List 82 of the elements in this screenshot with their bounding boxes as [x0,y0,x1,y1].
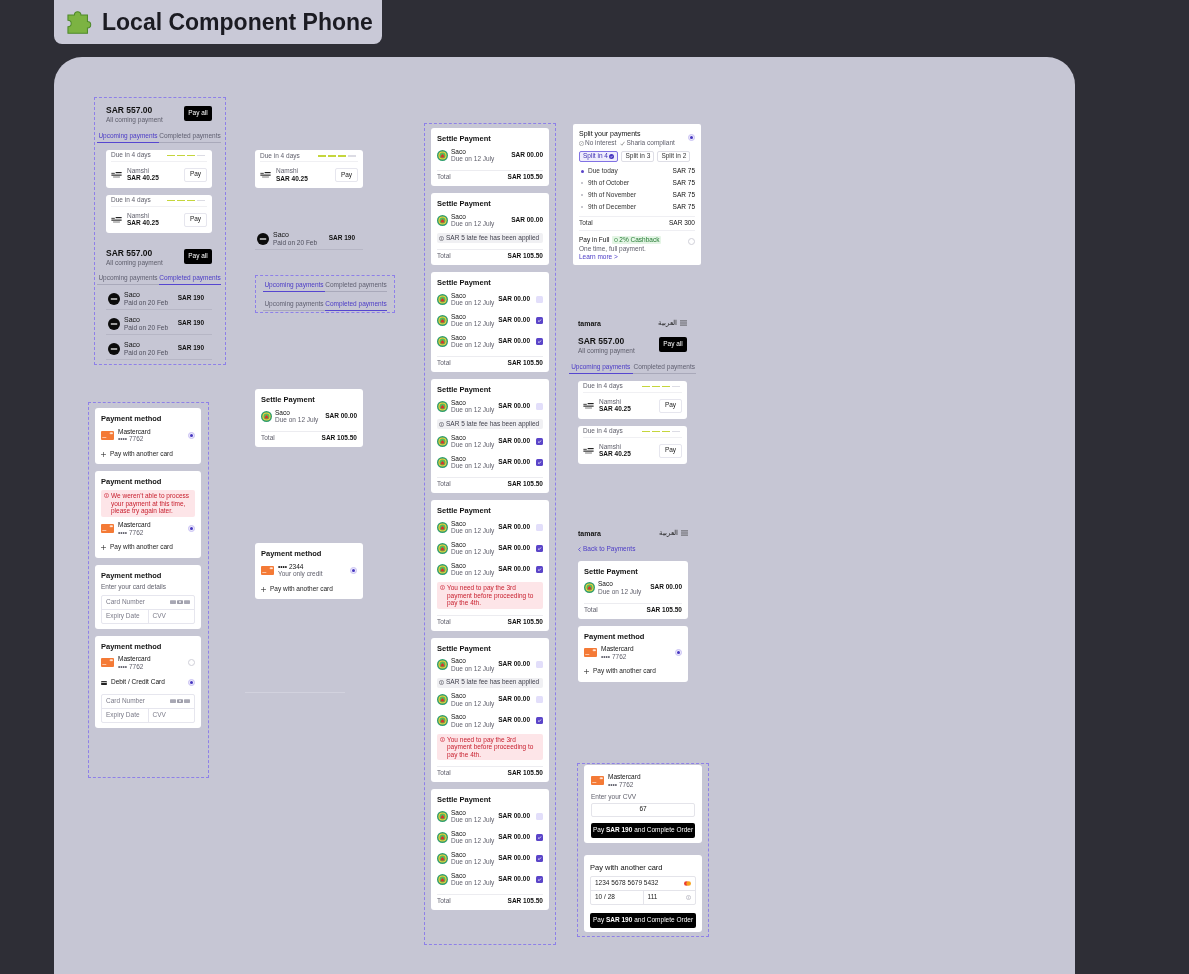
checkbox[interactable] [536,696,543,703]
puzzle-icon [66,10,92,34]
checkbox[interactable] [536,337,543,345]
card-icon [101,524,114,533]
merchant-logo-icon [437,214,448,226]
radio-button[interactable] [188,525,195,532]
card-icon [101,658,114,667]
radio-button[interactable] [188,679,195,686]
merchant-logo-icon [583,447,594,454]
merchant-logo-icon [437,852,448,864]
merchant-logo-icon [437,521,448,533]
coin-icon [614,238,619,242]
merchant-logo-icon [437,563,448,575]
plus-icon [101,451,106,457]
checkbox[interactable] [536,316,543,324]
merchant-logo-icon [437,435,448,447]
checkbox[interactable] [536,458,543,466]
merchant-logo-icon [437,542,448,554]
merchant-logo-icon [437,456,448,468]
radio-button[interactable] [675,649,682,656]
merchant-logo-icon [257,232,269,245]
merchant-logo-icon [261,410,272,422]
page-title: Local Component Phone [102,10,373,34]
radio-button[interactable] [350,566,357,574]
checkbox[interactable] [536,295,543,303]
merchant-logo-icon [583,402,594,409]
merchant-logo-icon [108,317,120,330]
info-icon [440,736,445,742]
check-circle-icon [609,154,615,159]
check-icon [620,140,626,146]
merchant-logo-icon [108,342,120,355]
checkbox[interactable] [536,565,543,573]
plus-icon [584,669,589,674]
merchant-logo-icon [437,873,448,885]
card-icon [261,565,274,575]
checkbox[interactable] [536,661,543,668]
info-icon [104,493,109,498]
checkbox[interactable] [536,402,543,410]
merchant-logo-icon [437,400,448,412]
info-icon [439,235,444,241]
plus-icon [261,586,266,592]
card-icon [591,776,604,785]
merchant-logo-icon [437,314,448,326]
plus-icon [101,545,106,550]
merchant-logo-icon [437,694,448,705]
info-icon [440,585,445,590]
merchant-logo-icon [437,831,448,843]
merchant-logo-icon [437,293,448,305]
merchant-logo-icon [260,172,271,178]
merchant-logo-icon [584,582,595,593]
merchant-logo-icon [437,810,448,822]
info-icon [686,894,691,900]
checkbox[interactable] [536,717,543,724]
checkbox[interactable] [536,812,543,820]
checkbox[interactable] [536,833,543,841]
balance-amount: SAR 557.00 [578,336,626,346]
merchant-logo-icon [437,659,448,670]
merchant-logo-icon [111,171,122,178]
merchant-logo-icon [437,335,448,347]
radio-button[interactable] [688,238,695,245]
card-icon [101,430,114,440]
balance-amount: SAR 557.00 [106,247,154,258]
percent-icon [579,140,584,146]
merchant-logo-icon [437,149,448,161]
info-icon [439,421,444,427]
card-icon [101,680,107,685]
chevron-left-icon [578,546,581,552]
merchant-logo-icon [111,216,122,223]
balance-amount: SAR 557.00 [106,105,154,115]
card-icon [584,648,597,657]
radio-button[interactable] [188,659,195,666]
checkbox[interactable] [536,523,543,531]
merchant-logo-icon [437,715,448,726]
checkbox[interactable] [536,544,543,552]
merchant-logo-icon [108,292,120,305]
radio-button[interactable] [188,431,195,439]
checkbox[interactable] [536,437,543,445]
radio-button[interactable] [688,134,695,141]
checkbox[interactable] [536,875,543,883]
info-icon [439,680,444,685]
card-brand-icon [684,880,691,886]
checkbox[interactable] [536,854,543,862]
